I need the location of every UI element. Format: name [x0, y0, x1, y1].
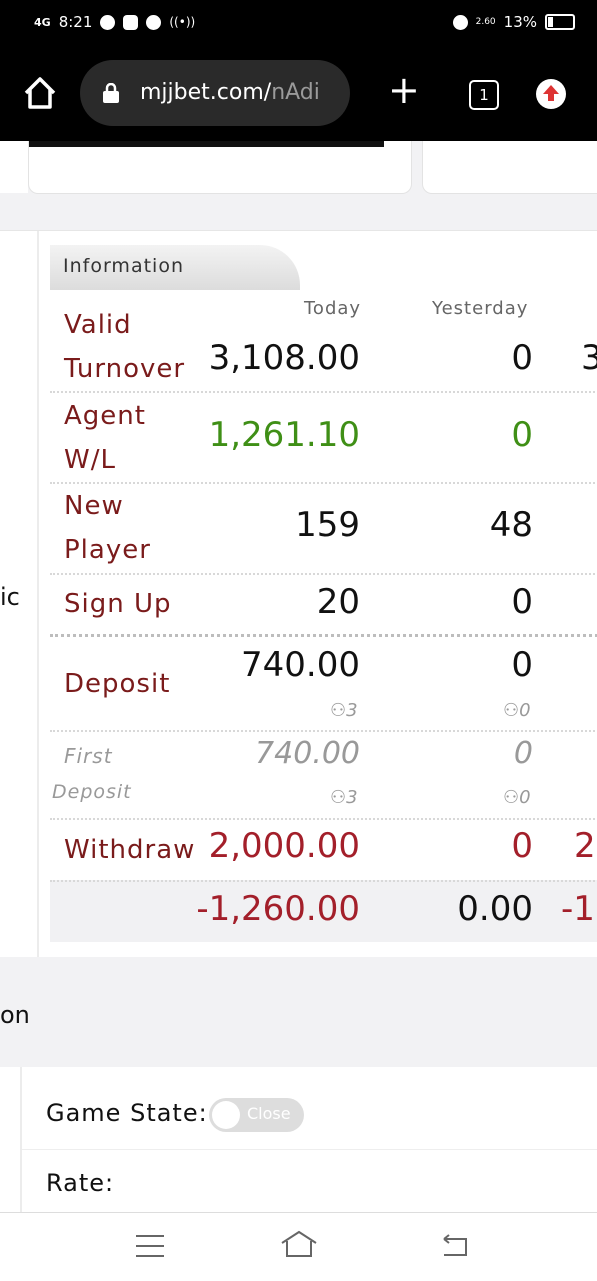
user-icon: ⚇ — [330, 700, 347, 721]
information-tab[interactable]: Information — [50, 245, 300, 290]
game-state-toggle[interactable]: Close — [209, 1098, 304, 1132]
valid-turnover-extra: 3 — [581, 338, 597, 378]
label-withdraw: Withdraw — [64, 835, 196, 865]
url-text: mjjbet.com/ — [140, 80, 272, 105]
user-icon: ⚇ — [503, 787, 520, 808]
home-nav-icon[interactable] — [280, 1229, 318, 1259]
total-extra: -1. — [561, 889, 597, 929]
new-tab-plus-icon[interactable]: + — [388, 70, 420, 110]
first-deposit-yesterday-users: ⚇0 — [503, 787, 531, 808]
toggle-knob — [212, 1101, 240, 1129]
new-player-today: 159 — [295, 505, 360, 545]
clock: 8:21 — [58, 13, 93, 31]
notification-icon — [123, 14, 139, 30]
row-separator — [50, 391, 597, 393]
first-deposit-today-users: ⚇3 — [330, 787, 358, 808]
status-bar: 4G 8:21 ((•)) 2.60 13% — [0, 0, 597, 48]
panel-divider — [20, 1067, 22, 1213]
label-agent: Agent — [64, 401, 146, 431]
user-icon: ⚇ — [330, 787, 347, 808]
deposit-yesterday: 0 — [511, 645, 533, 685]
valid-turnover-today: 3,108.00 — [208, 338, 360, 378]
left-fragment-text: ic — [0, 583, 20, 611]
left-card-edge — [0, 141, 28, 193]
total-yesterday: 0.00 — [457, 889, 533, 929]
side-card — [422, 141, 597, 194]
agent-wl-today: 1,261.10 — [208, 415, 360, 455]
upload-icon[interactable] — [536, 79, 566, 109]
game-state-label: Game State: — [46, 1099, 208, 1127]
battery-icon — [545, 14, 575, 30]
first-deposit-today-count: 3 — [346, 787, 358, 808]
system-nav-bar — [0, 1212, 597, 1281]
back-icon[interactable] — [440, 1233, 470, 1259]
url-text-faded: nAdi — [271, 80, 320, 105]
first-deposit-today: 740.00 — [255, 736, 360, 771]
label-sign-up: Sign Up — [64, 589, 172, 619]
section-header: on — [0, 957, 597, 1067]
rate-label: Rate: — [46, 1169, 115, 1197]
label-player: Player — [64, 535, 151, 565]
home-icon[interactable] — [20, 73, 60, 113]
row-separator — [50, 634, 597, 637]
header-today: Today — [304, 298, 362, 319]
deposit-today-users: ⚇3 — [330, 700, 358, 721]
row-separator — [50, 880, 597, 882]
user-icon: ⚇ — [503, 700, 520, 721]
deposit-today-count: 3 — [346, 700, 358, 721]
app-icon — [146, 14, 162, 30]
settings-panel: Game State: Close Rate: — [0, 1067, 597, 1213]
battery-level: 13% — [503, 13, 537, 31]
label-new: New — [64, 491, 124, 521]
summary-card — [28, 141, 412, 194]
alarm-icon — [452, 14, 468, 30]
label-wl: W/L — [64, 445, 116, 475]
new-player-yesterday: 48 — [489, 505, 533, 545]
row-separator — [22, 1149, 597, 1150]
deposit-yesterday-users: ⚇0 — [503, 700, 531, 721]
browser-toolbar: mjjbet.com/nAdi + 1 — [0, 48, 597, 141]
section-fragment-text: on — [0, 1001, 30, 1029]
network-speed: 2.60 — [475, 17, 496, 27]
row-separator — [50, 573, 597, 575]
sign-up-today: 20 — [316, 582, 360, 622]
toggle-text: Close — [247, 1104, 291, 1123]
deposit-today: 740.00 — [241, 645, 360, 685]
information-tab-label: Information — [63, 255, 184, 277]
label-deposit: Deposit — [64, 669, 171, 699]
information-panel: ic Information Today Yesterday Valid Tur… — [0, 230, 597, 959]
label-deposit-sub: Deposit — [52, 781, 132, 803]
deposit-yesterday-count: 0 — [519, 700, 531, 721]
valid-turnover-yesterday: 0 — [511, 338, 533, 378]
first-deposit-yesterday: 0 — [513, 736, 533, 771]
label-turnover: Turnover — [64, 354, 186, 384]
messenger-icon — [100, 14, 116, 30]
menu-icon[interactable] — [136, 1235, 164, 1257]
top-cards — [0, 141, 597, 231]
cut-off-text — [29, 141, 384, 147]
row-separator — [50, 818, 597, 820]
address-bar[interactable]: mjjbet.com/nAdi — [80, 60, 350, 126]
total-today: -1,260.00 — [196, 889, 360, 929]
withdraw-today: 2,000.00 — [208, 826, 360, 866]
sign-up-yesterday: 0 — [511, 582, 533, 622]
tab-switcher-button[interactable]: 1 — [469, 80, 499, 110]
agent-wl-yesterday: 0 — [511, 415, 533, 455]
header-yesterday: Yesterday — [432, 298, 529, 319]
row-separator — [50, 730, 597, 732]
network-indicator: 4G — [34, 15, 51, 29]
lock-icon — [103, 83, 119, 103]
withdraw-yesterday: 0 — [511, 826, 533, 866]
total-row: -1,260.00 0.00 -1. — [50, 880, 597, 942]
panel-divider — [37, 231, 39, 958]
hotspot-icon: ((•)) — [169, 15, 196, 29]
label-valid: Valid — [64, 310, 132, 340]
withdraw-extra: 2. — [574, 826, 597, 866]
first-deposit-yesterday-count: 0 — [519, 787, 531, 808]
row-separator — [50, 482, 597, 484]
